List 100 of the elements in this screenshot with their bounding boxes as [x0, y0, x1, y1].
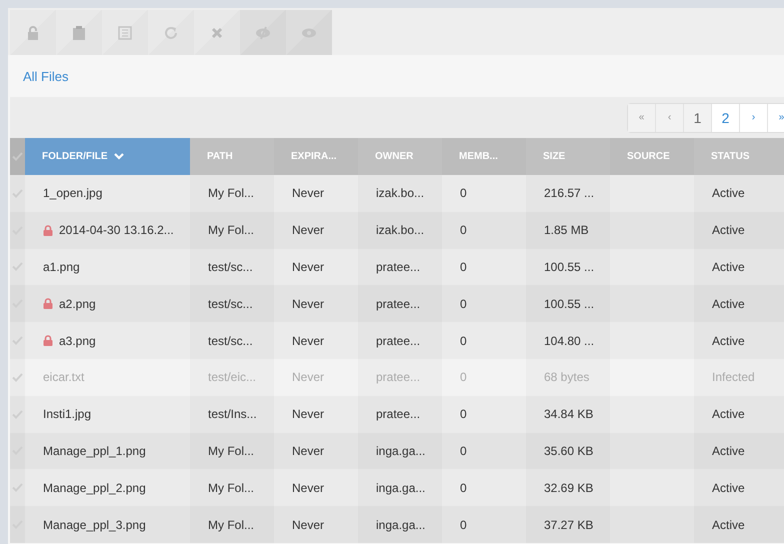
select-all-checkbox[interactable] [10, 138, 25, 175]
table-cell: Never [292, 296, 324, 311]
table-row[interactable]: Manage_ppl_3.png My Fol... Never inga.ga... 0 37.27 KB Active [10, 506, 784, 543]
breadcrumb-link[interactable]: All Files [23, 68, 69, 84]
table-cell: 100.55 ... [544, 296, 594, 311]
table-cell: Never [292, 186, 324, 200]
table-cell: Active [712, 296, 745, 311]
table-cell: Never [292, 407, 324, 422]
row-checkbox[interactable] [10, 432, 25, 470]
table-cell: a3.png [59, 334, 96, 348]
table-cell: Never [292, 480, 324, 495]
row-checkbox[interactable] [10, 175, 25, 212]
page-button[interactable]: » [768, 104, 784, 132]
table-cell: izak.bo... [376, 186, 424, 200]
table-row[interactable]: Insti1.jpg test/Ins... Never pratee... 0 34.84 KB Active [10, 396, 784, 433]
table-cell: Never [292, 334, 324, 348]
table-cell: 216.57 ... [544, 186, 594, 200]
table-cell: Active [712, 223, 745, 238]
table-cell: Active [712, 407, 745, 422]
table-cell: Active [712, 334, 745, 348]
table-cell: 104.80 ... [544, 334, 594, 348]
table-cell: pratee... [376, 407, 420, 422]
table-cell: test/sc... [208, 260, 253, 274]
table-cell: 37.27 KB [544, 518, 594, 532]
eye-slash-button[interactable] [240, 10, 286, 55]
eye-slash-icon [255, 26, 271, 40]
row-checkbox[interactable] [10, 469, 25, 506]
table-cell: Manage_ppl_2.png [43, 480, 146, 495]
table-cell: 0 [460, 444, 467, 458]
page-button[interactable]: 1 [684, 104, 712, 132]
table-cell: Active [712, 444, 745, 458]
row-checkbox[interactable] [10, 396, 25, 433]
table-cell: Never [292, 370, 324, 384]
table-cell: a2.png [59, 296, 96, 311]
row-checkbox[interactable] [10, 248, 25, 286]
table-row[interactable]: Manage_ppl_1.png My Fol... Never inga.ga... 0 35.60 KB Active [10, 432, 784, 470]
table-cell: 35.60 KB [544, 444, 594, 458]
table-row[interactable]: a3.png test/sc... Never pratee... 0 104.80 ... Active [10, 322, 784, 359]
table-cell: 0 [460, 296, 467, 311]
table-cell: Insti1.jpg [43, 407, 92, 422]
table-row[interactable]: Manage_ppl_2.png My Fol... Never inga.ga... 0 32.69 KB Active [10, 469, 784, 506]
table-cell: Active [712, 260, 745, 274]
table-cell: 0 [460, 480, 467, 495]
table-cell: inga.ga... [376, 444, 426, 458]
table-cell: 0 [460, 186, 467, 200]
table-cell: Never [292, 223, 324, 238]
refresh-icon [164, 26, 178, 40]
row-checkbox[interactable] [10, 285, 25, 322]
table-cell: test/sc... [208, 334, 253, 348]
page-button[interactable]: « [628, 104, 656, 132]
table-cell: eicar.txt [43, 370, 84, 384]
eye-icon [301, 26, 317, 38]
list-icon [118, 26, 132, 40]
table-cell: My Fol... [208, 223, 254, 238]
row-checkbox[interactable] [10, 212, 25, 249]
table-cell: a1.png [43, 260, 80, 274]
table-row[interactable]: 2014-04-30 13.16.2... My Fol... Never izak.bo... 0 1.85 MB Active [10, 212, 784, 249]
table-row[interactable]: 1_open.jpg My Fol... Never izak.bo... 0 216.57 ... Active [10, 175, 784, 212]
table-cell: pratee... [376, 370, 420, 384]
table-cell: My Fol... [208, 444, 254, 458]
table-cell: 0 [460, 407, 467, 422]
table-cell: Active [712, 186, 745, 200]
chevron-down-icon [114, 153, 124, 160]
table-cell: Active [712, 518, 745, 532]
clipboard-icon [73, 26, 85, 40]
table-cell: Infected [712, 370, 755, 384]
row-checkbox[interactable] [10, 322, 25, 359]
table-cell: Active [712, 480, 745, 495]
table-cell: test/sc... [208, 296, 253, 311]
table-cell: Manage_ppl_1.png [43, 444, 146, 458]
column-header[interactable]: SOURCE [610, 138, 694, 175]
table-cell: 0 [460, 223, 467, 238]
row-checkbox[interactable] [10, 506, 25, 543]
table-cell: 0 [460, 370, 467, 384]
column-header[interactable]: FOLDER/FILE [25, 138, 190, 175]
column-header[interactable]: MEMB... [442, 138, 526, 175]
table-row[interactable]: a1.png test/sc... Never pratee... 0 100.55 ... Active [10, 248, 784, 286]
table-row[interactable]: a2.png test/sc... Never pratee... 0 100.55 ... Active [10, 285, 784, 322]
page-button[interactable]: ‹ [656, 104, 684, 132]
table-cell: 1.85 MB [544, 223, 589, 238]
table-cell: pratee... [376, 260, 420, 274]
table-cell: 0 [460, 334, 467, 348]
table-cell: Never [292, 444, 324, 458]
eye-button[interactable] [286, 10, 332, 55]
column-header[interactable]: EXPIRA... [274, 138, 358, 175]
table-cell: 0 [460, 518, 467, 532]
table-cell: izak.bo... [376, 223, 424, 238]
unlock-icon [27, 26, 39, 40]
table-cell: pratee... [376, 296, 420, 311]
table-cell: Never [292, 260, 324, 274]
table-cell: 1_open.jpg [43, 186, 102, 200]
table-cell: test/eic... [208, 370, 256, 384]
table-cell: Never [292, 518, 324, 532]
page-button[interactable]: 2 [712, 104, 740, 132]
table-cell: 2014-04-30 13.16.2... [59, 223, 174, 238]
table-cell: 68 bytes [544, 370, 590, 384]
page-button[interactable]: › [740, 104, 768, 132]
close-icon [211, 26, 223, 38]
table-cell: My Fol... [208, 186, 254, 200]
table-cell: 32.69 KB [544, 480, 594, 495]
